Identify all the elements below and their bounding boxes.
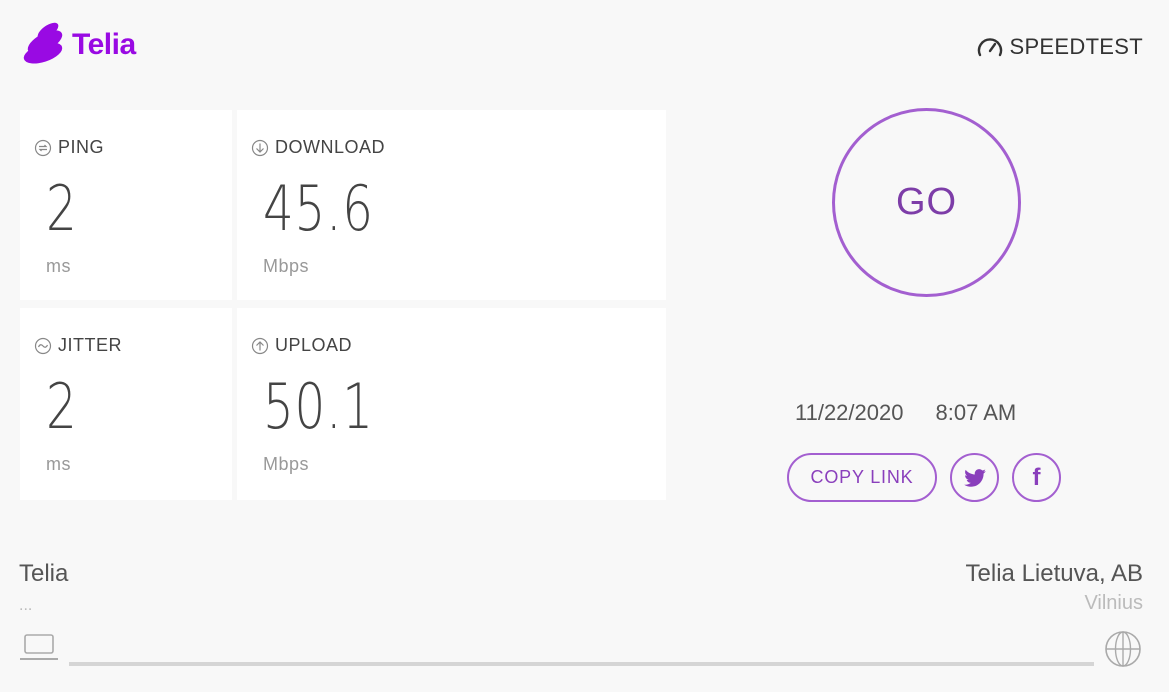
speedometer-icon bbox=[978, 38, 1003, 57]
twitter-icon bbox=[963, 468, 986, 487]
result-date: 11/22/2020 bbox=[795, 400, 904, 425]
jitter-wave-icon bbox=[34, 337, 52, 354]
result-time: 8:07 AM bbox=[935, 400, 1017, 425]
go-button[interactable]: GO bbox=[832, 108, 1021, 297]
brand-name: Telia bbox=[72, 28, 136, 61]
ping-value: 2 bbox=[46, 172, 78, 245]
download-value: 45.6 bbox=[263, 172, 374, 245]
download-arrow-icon bbox=[251, 139, 269, 156]
upload-label: UPLOAD bbox=[275, 335, 353, 355]
jitter-card: JITTER 2 ms bbox=[20, 308, 232, 500]
speedtest-logo[interactable]: SPEEDTEST bbox=[977, 34, 1143, 60]
ping-icon bbox=[34, 139, 52, 156]
facebook-share-button[interactable]: f bbox=[1012, 453, 1061, 502]
jitter-label: JITTER bbox=[58, 335, 122, 355]
twitter-share-button[interactable] bbox=[950, 453, 999, 502]
download-label-row: DOWNLOAD bbox=[251, 137, 385, 158]
upload-value: 50.1 bbox=[263, 370, 374, 443]
download-card: DOWNLOAD 45.6 Mbps bbox=[237, 110, 666, 300]
result-datetime: 11/22/2020 8:07 AM bbox=[795, 400, 1016, 426]
ping-label-row: PING bbox=[34, 137, 104, 158]
ping-card: PING 2 ms bbox=[20, 110, 232, 300]
download-label: DOWNLOAD bbox=[275, 137, 386, 157]
copy-link-button[interactable]: COPY LINK bbox=[787, 453, 937, 502]
upload-arrow-icon bbox=[251, 337, 269, 354]
upload-unit: Mbps bbox=[263, 454, 310, 474]
client-isp: Telia bbox=[19, 560, 69, 587]
telia-logo[interactable]: Telia bbox=[20, 22, 136, 68]
facebook-icon: f bbox=[1032, 463, 1041, 491]
upload-card: UPLOAD 50.1 Mbps bbox=[237, 308, 666, 500]
upload-label-row: UPLOAD bbox=[251, 335, 352, 356]
globe-icon[interactable] bbox=[1104, 630, 1142, 673]
laptop-icon bbox=[19, 633, 59, 668]
download-unit: Mbps bbox=[263, 256, 310, 276]
server-city[interactable]: Vilnius bbox=[1084, 592, 1143, 615]
jitter-unit: ms bbox=[46, 454, 71, 474]
server-name[interactable]: Telia Lietuva, AB bbox=[966, 560, 1143, 588]
ping-label: PING bbox=[58, 137, 105, 157]
jitter-label-row: JITTER bbox=[34, 335, 122, 356]
telia-logo-icon bbox=[23, 22, 63, 64]
connection-line bbox=[69, 662, 1094, 666]
ping-unit: ms bbox=[46, 256, 71, 276]
client-ip: ... bbox=[19, 597, 33, 614]
jitter-value: 2 bbox=[46, 370, 78, 443]
speedtest-label: SPEEDTEST bbox=[1009, 34, 1143, 59]
